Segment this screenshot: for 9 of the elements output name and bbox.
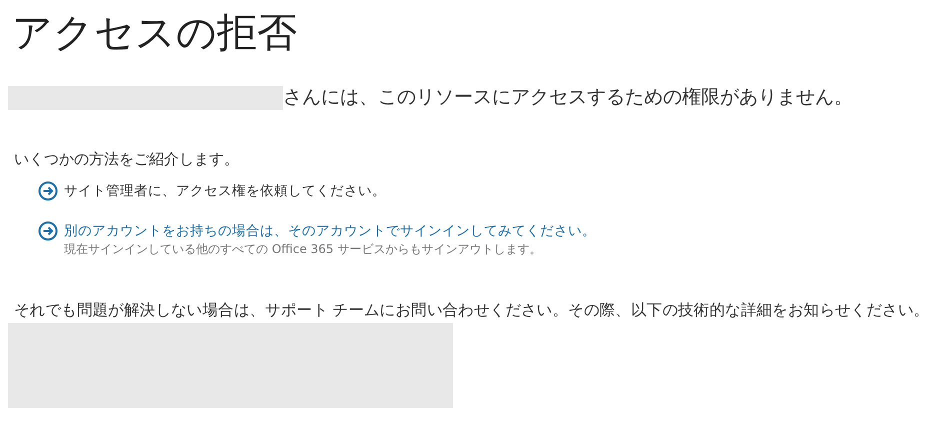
- arrow-circle-icon: [38, 181, 58, 201]
- access-denied-message: さんには、このリソースにアクセスするための権限がありません。: [283, 85, 853, 110]
- option-text: サイト管理者に、アクセス権を依頼してください。: [64, 182, 386, 201]
- sign-in-link[interactable]: 別のアカウントをお持ちの場合は、そのアカウントでサインインしてみてください。: [64, 221, 596, 241]
- arrow-circle-icon: [38, 221, 58, 241]
- support-text: それでも問題が解決しない場合は、サポート チームにお問い合わせください。その際、以下の技術的な詳細をお知らせください。: [14, 300, 929, 321]
- page-title: アクセスの拒否: [12, 9, 298, 58]
- intro-text: いくつかの方法をご紹介します。: [14, 150, 240, 169]
- option-note: 現在サインインしている他のすべての Office 365 サービスからもサインアウトします。: [64, 241, 542, 258]
